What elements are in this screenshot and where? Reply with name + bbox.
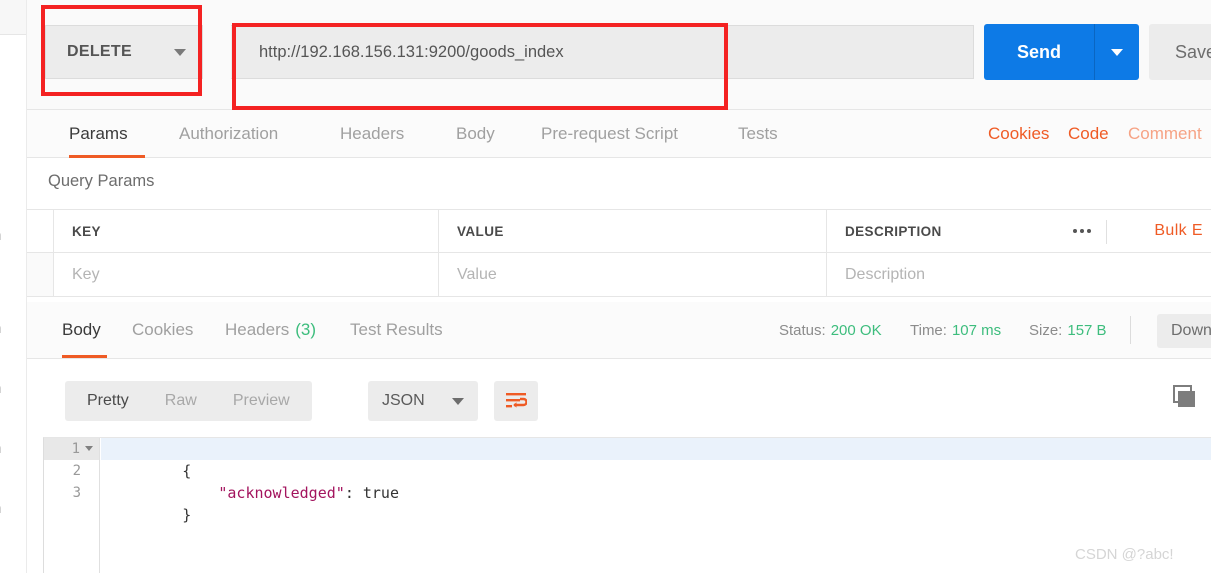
- code-line-3-text: }: [182, 506, 192, 524]
- size-value: 157 B: [1067, 321, 1107, 339]
- tab-params[interactable]: Params: [69, 110, 145, 158]
- view-mode-pretty[interactable]: Pretty: [69, 381, 147, 421]
- fold-caret-icon[interactable]: [85, 446, 93, 451]
- tab-pre-request-script[interactable]: Pre-request Script: [541, 110, 698, 158]
- time-meta: Time: 107 ms: [910, 302, 1001, 358]
- param-value-input[interactable]: Value: [439, 253, 827, 296]
- response-tab-body[interactable]: Body: [62, 302, 107, 358]
- clipped-char-2: n: [0, 320, 1, 337]
- code-line-1: {: [101, 438, 1211, 480]
- send-button-group[interactable]: Send: [984, 24, 1139, 80]
- headers-count-badge: (3): [295, 320, 317, 339]
- line-number-1-value: 1: [71, 441, 80, 457]
- http-method-label: DELETE: [67, 43, 132, 60]
- save-button[interactable]: Save: [1149, 24, 1211, 80]
- code-line-2-punc: :: [344, 484, 363, 502]
- code-line-1-text: {: [182, 462, 192, 480]
- clipped-char-4: n: [0, 440, 1, 457]
- param-key-input[interactable]: Key: [54, 253, 439, 296]
- sidebar-tab-clipped[interactable]: [0, 0, 26, 35]
- clipped-char-3: n: [0, 380, 1, 397]
- code-line-2-key: "acknowledged": [218, 484, 345, 502]
- header-checkbox-cell: [27, 210, 54, 252]
- code-line-2-value: true: [362, 484, 399, 502]
- left-sidebar-strip: n n n n n: [0, 0, 27, 573]
- send-button[interactable]: Send: [984, 24, 1094, 80]
- response-tab-test-results[interactable]: Test Results: [350, 302, 456, 358]
- copy-response-button[interactable]: [1168, 384, 1198, 417]
- status-label: Status:: [779, 321, 826, 339]
- tab-tests[interactable]: Tests: [738, 110, 788, 158]
- response-tab-cookies[interactable]: Cookies: [132, 302, 205, 358]
- cookies-link[interactable]: Cookies: [988, 110, 1049, 158]
- table-row[interactable]: Key Value Description: [27, 253, 1211, 297]
- view-mode-preview[interactable]: Preview: [215, 381, 308, 421]
- bulk-edit-divider: [1106, 220, 1107, 244]
- line-number-2: 2: [72, 463, 81, 479]
- query-params-section: Query Params KEY VALUE DESCRIPTION Bulk …: [27, 158, 1211, 302]
- request-tab-bar: Params Authorization Headers Body Pre-re…: [27, 110, 1211, 158]
- response-format-label: JSON: [382, 392, 425, 409]
- response-body-toolbar: Pretty Raw Preview JSON: [27, 359, 1211, 437]
- column-header-description: DESCRIPTION Bulk E: [827, 210, 1211, 252]
- code-line-2: "acknowledged": true: [101, 460, 1211, 502]
- clipped-char-1: n: [0, 227, 1, 244]
- status-meta: Status: 200 OK: [779, 302, 882, 358]
- code-line-2-indent: [182, 484, 218, 502]
- response-format-dropdown[interactable]: JSON: [368, 381, 478, 421]
- comment-link[interactable]: Comment: [1128, 110, 1202, 158]
- meta-divider: [1130, 316, 1131, 344]
- param-description-input[interactable]: Description: [827, 253, 1211, 296]
- table-header-row: KEY VALUE DESCRIPTION Bulk E: [27, 209, 1211, 253]
- response-tab-bar: Body Cookies Headers (3) Test Results St…: [27, 302, 1211, 359]
- tab-authorization[interactable]: Authorization: [179, 110, 300, 158]
- download-button[interactable]: Downloa: [1157, 314, 1211, 348]
- ellipsis-icon[interactable]: [1073, 229, 1091, 233]
- tab-headers[interactable]: Headers: [340, 110, 414, 158]
- send-options-button[interactable]: [1095, 24, 1139, 80]
- view-mode-group: Pretty Raw Preview: [65, 381, 312, 421]
- http-method-dropdown[interactable]: DELETE: [45, 25, 203, 79]
- request-url-bar: DELETE http://192.168.156.131:9200/goods…: [27, 0, 1211, 110]
- copy-icon: [1173, 385, 1195, 407]
- column-header-key: KEY: [54, 210, 439, 252]
- response-tab-headers[interactable]: Headers (3): [225, 302, 325, 358]
- request-url-input[interactable]: http://192.168.156.131:9200/goods_index: [231, 25, 974, 79]
- request-url-value: http://192.168.156.131:9200/goods_index: [259, 42, 564, 61]
- status-value: 200 OK: [830, 321, 882, 339]
- code-link[interactable]: Code: [1068, 110, 1109, 158]
- size-label: Size:: [1029, 321, 1063, 339]
- row-checkbox-cell[interactable]: [27, 253, 54, 296]
- size-meta: Size: 157 B: [1029, 302, 1107, 358]
- line-number-gutter: 1 2 3: [44, 438, 100, 573]
- watermark: CSDN @?abc!: [1075, 546, 1174, 563]
- column-header-value: VALUE: [439, 210, 827, 252]
- view-mode-raw[interactable]: Raw: [147, 381, 215, 421]
- word-wrap-button[interactable]: [494, 381, 538, 421]
- chevron-down-icon: [174, 48, 186, 56]
- chevron-down-icon: [452, 397, 464, 405]
- line-number-1[interactable]: 1: [44, 438, 99, 460]
- chevron-down-icon: [1111, 48, 1123, 56]
- word-wrap-icon: [506, 393, 527, 408]
- response-tab-headers-label: Headers: [225, 320, 290, 339]
- bulk-edit-link[interactable]: Bulk E: [1154, 222, 1203, 240]
- time-label: Time:: [910, 321, 947, 339]
- code-content: { "acknowledged": true }: [101, 438, 1211, 573]
- postman-window: n n n n n DELETE http://192.168.156.131:…: [0, 0, 1211, 573]
- time-value: 107 ms: [951, 321, 1002, 339]
- response-body-code-viewer[interactable]: 1 2 3 { "acknowledged": true }: [43, 437, 1211, 573]
- clipped-char-5: n: [0, 500, 1, 517]
- column-header-description-label: DESCRIPTION: [845, 223, 942, 239]
- tab-body[interactable]: Body: [456, 110, 502, 158]
- line-number-3: 3: [72, 485, 81, 501]
- query-params-title: Query Params: [48, 172, 155, 190]
- query-params-table: KEY VALUE DESCRIPTION Bulk E Key Value D…: [27, 209, 1211, 297]
